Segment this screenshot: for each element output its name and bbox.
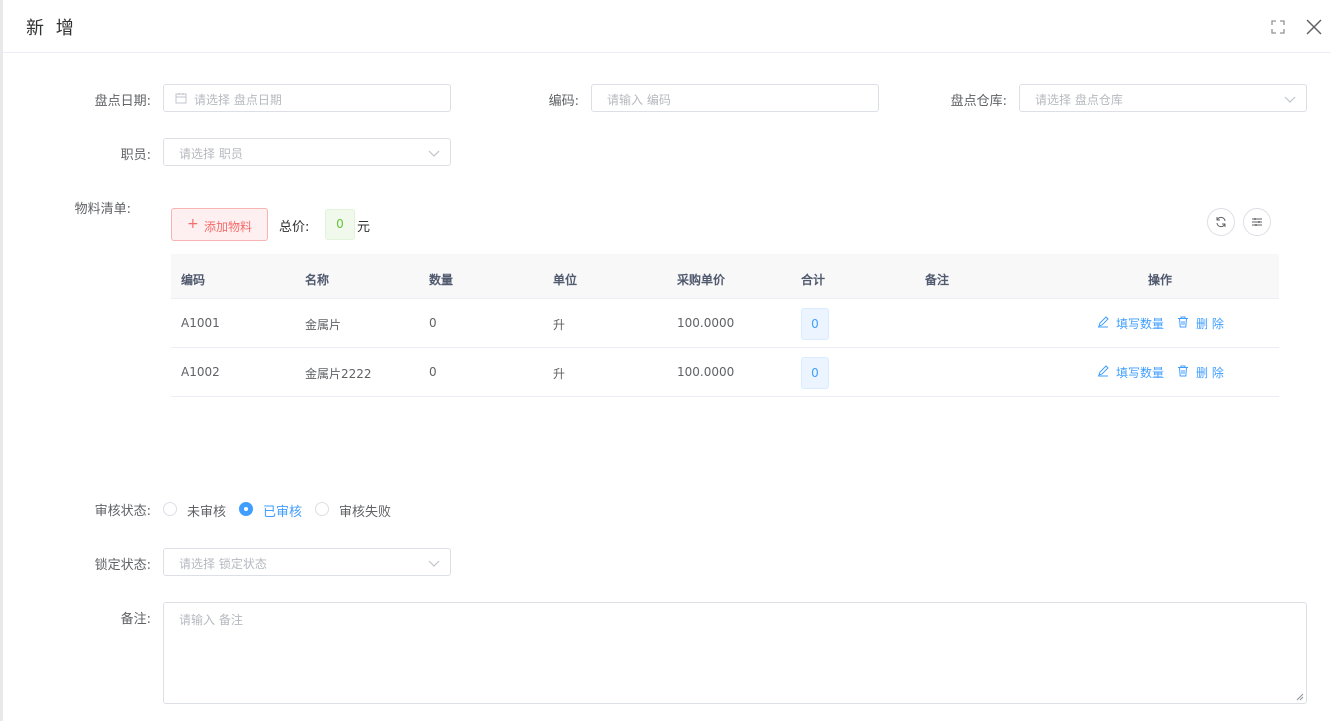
th-price: 采购单价: [677, 273, 726, 287]
table-row: A1001 金属片 0 升 100.0000 0 填写数量 删 除: [171, 299, 1279, 348]
dialog-title: 新 增: [26, 18, 77, 39]
th-qty: 数量: [429, 273, 454, 287]
total-price-value: 0: [325, 209, 355, 240]
th-unit: 单位: [553, 273, 578, 287]
calendar-icon: [175, 93, 187, 104]
trash-icon: [1178, 365, 1188, 377]
fullscreen-icon[interactable]: [1268, 17, 1288, 37]
radio-audit-failed[interactable]: 审核失败: [315, 501, 405, 520]
chevron-down-icon: [428, 560, 440, 567]
add-dialog: 新 增 盘点日期: 请选择 盘点日期 编码: 请输入 编码 盘点仓库: 请选择 …: [3, 0, 1331, 721]
lock-select[interactable]: 请选择 锁定状态: [163, 548, 451, 576]
resize-handle-icon[interactable]: [1296, 693, 1304, 701]
fill-quantity-label: 填写数量: [1116, 366, 1165, 380]
cell-code: A1002: [181, 365, 220, 379]
th-sum: 合计: [801, 273, 826, 287]
th-name: 名称: [305, 273, 330, 287]
edit-icon: [1098, 365, 1109, 377]
radio-circle: [163, 502, 177, 516]
chevron-down-icon: [1284, 96, 1296, 103]
plus-icon: +: [187, 216, 199, 232]
cell-qty: 0: [429, 365, 437, 379]
remark-textarea[interactable]: 请输入 备注: [163, 602, 1307, 704]
staff-placeholder: 请选择 职员: [179, 147, 243, 161]
lock-label: 锁定状态:: [94, 558, 151, 573]
total-price-label: 总价:: [279, 220, 310, 235]
radio-unaudited[interactable]: 未审核: [163, 501, 239, 520]
staff-label: 职员:: [120, 148, 151, 163]
trash-icon: [1178, 316, 1188, 328]
cell-qty: 0: [429, 316, 437, 330]
table-header: 编码 名称 数量 单位 采购单价 合计 备注 操作: [171, 254, 1279, 299]
chevron-down-icon: [428, 150, 440, 157]
column-settings-button[interactable]: [1243, 208, 1271, 236]
dialog-header: 新 增: [3, 0, 1331, 53]
table-row: A1002 金属片2222 0 升 100.0000 0 填写数量 删 除: [171, 348, 1279, 397]
remark-label: 备注:: [120, 612, 151, 627]
filter-settings-icon: [1252, 218, 1262, 226]
add-material-label: 添加物料: [204, 220, 253, 234]
radio-audited[interactable]: 已审核: [239, 501, 315, 520]
radio-label: 未审核: [187, 505, 227, 520]
warehouse-label: 盘点仓库:: [950, 94, 1007, 109]
radio-circle-checked: [239, 502, 253, 516]
cell-code: A1001: [181, 316, 220, 330]
cell-price: 100.0000: [677, 316, 735, 330]
date-placeholder: 请选择 盘点日期: [194, 93, 282, 107]
date-picker[interactable]: 请选择 盘点日期: [163, 84, 451, 112]
code-placeholder: 请输入 编码: [607, 93, 671, 107]
radio-label: 审核失败: [339, 505, 392, 520]
audit-label: 审核状态:: [94, 504, 151, 519]
date-label: 盘点日期:: [94, 94, 151, 109]
close-icon[interactable]: [1304, 17, 1324, 37]
materials-label: 物料清单:: [74, 202, 131, 217]
remark-placeholder: 请输入 备注: [179, 613, 243, 627]
cell-name: 金属片: [305, 318, 342, 332]
cell-price: 100.0000: [677, 365, 735, 379]
refresh-button[interactable]: [1207, 208, 1235, 236]
lock-placeholder: 请选择 锁定状态: [179, 557, 267, 571]
refresh-icon: [1216, 216, 1226, 228]
staff-select[interactable]: 请选择 职员: [163, 138, 451, 166]
cell-unit: 升: [553, 318, 566, 332]
edit-icon: [1098, 316, 1109, 328]
add-material-button[interactable]: + 添加物料: [171, 208, 268, 241]
code-label: 编码:: [548, 94, 579, 109]
radio-label: 已审核: [263, 505, 303, 520]
warehouse-placeholder: 请选择 盘点仓库: [1035, 93, 1123, 107]
cell-sum: 0: [801, 357, 829, 389]
delete-label: 删 除: [1196, 366, 1224, 380]
th-code: 编码: [181, 273, 206, 287]
th-remark: 备注: [925, 273, 950, 287]
code-input[interactable]: 请输入 编码: [591, 84, 879, 112]
delete-label: 删 除: [1196, 317, 1224, 331]
th-actions: 操作: [1148, 273, 1173, 287]
cell-unit: 升: [553, 367, 566, 381]
fill-quantity-label: 填写数量: [1116, 317, 1165, 331]
cell-sum: 0: [801, 308, 829, 340]
radio-circle: [315, 502, 329, 516]
cell-name: 金属片2222: [305, 367, 372, 381]
warehouse-select[interactable]: 请选择 盘点仓库: [1019, 84, 1307, 112]
total-price-unit: 元: [357, 220, 371, 235]
